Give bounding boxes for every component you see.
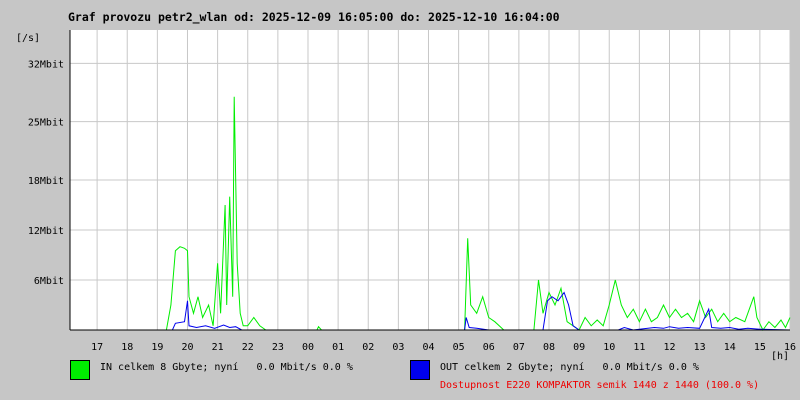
x-tick-label: 04: [422, 342, 434, 353]
out-legend-swatch: [410, 360, 430, 380]
y-tick-label: 18Mbit: [28, 176, 64, 187]
x-tick-label: 18: [121, 342, 133, 353]
x-tick-label: 10: [603, 342, 615, 353]
y-tick-label: 6Mbit: [34, 276, 64, 287]
x-tick-label: 21: [212, 342, 224, 353]
y-tick-label: 12Mbit: [28, 226, 64, 237]
x-tick-label: 08: [543, 342, 555, 353]
x-tick-label: 07: [513, 342, 525, 353]
y-tick-label: 32Mbit: [28, 59, 64, 70]
in-legend-text: IN celkem 8 Gbyte; nyní 0.0 Mbit/s 0.0 %: [100, 362, 353, 373]
x-tick-label: 12: [663, 342, 675, 353]
x-tick-label: 17: [91, 342, 103, 353]
x-axis-unit-label: [h]: [771, 351, 789, 362]
x-tick-label: 00: [302, 342, 314, 353]
x-tick-label: 03: [392, 342, 404, 353]
x-tick-label: 05: [453, 342, 465, 353]
out-legend-text: OUT celkem 2 Gbyte; nyní 0.0 Mbit/s 0.0 …: [440, 362, 699, 373]
x-tick-label: 01: [332, 342, 344, 353]
traffic-chart: 17 18 19 20 21 22 23 00 01 02 03 04 05 06 07 08 09 10 11 12…: [16, 30, 796, 362]
x-tick-label: 06: [483, 342, 495, 353]
y-axis-unit-label: [/s]: [16, 33, 40, 44]
x-tick-label: 13: [694, 342, 706, 353]
x-tick-label: 09: [573, 342, 585, 353]
in-legend-swatch: [70, 360, 90, 380]
x-tick-label: 22: [242, 342, 254, 353]
x-tick-label: 20: [181, 342, 193, 353]
x-tick-label: 23: [272, 342, 284, 353]
x-tick-label: 02: [362, 342, 374, 353]
availability-text: Dostupnost E220 KOMPAKTOR semik 1440 z 1…: [440, 380, 760, 391]
x-tick-label: 15: [754, 342, 766, 353]
x-tick-label: 11: [633, 342, 645, 353]
x-tick-label: 19: [151, 342, 163, 353]
y-tick-label: 25Mbit: [28, 118, 64, 129]
x-tick-label: 14: [724, 342, 736, 353]
